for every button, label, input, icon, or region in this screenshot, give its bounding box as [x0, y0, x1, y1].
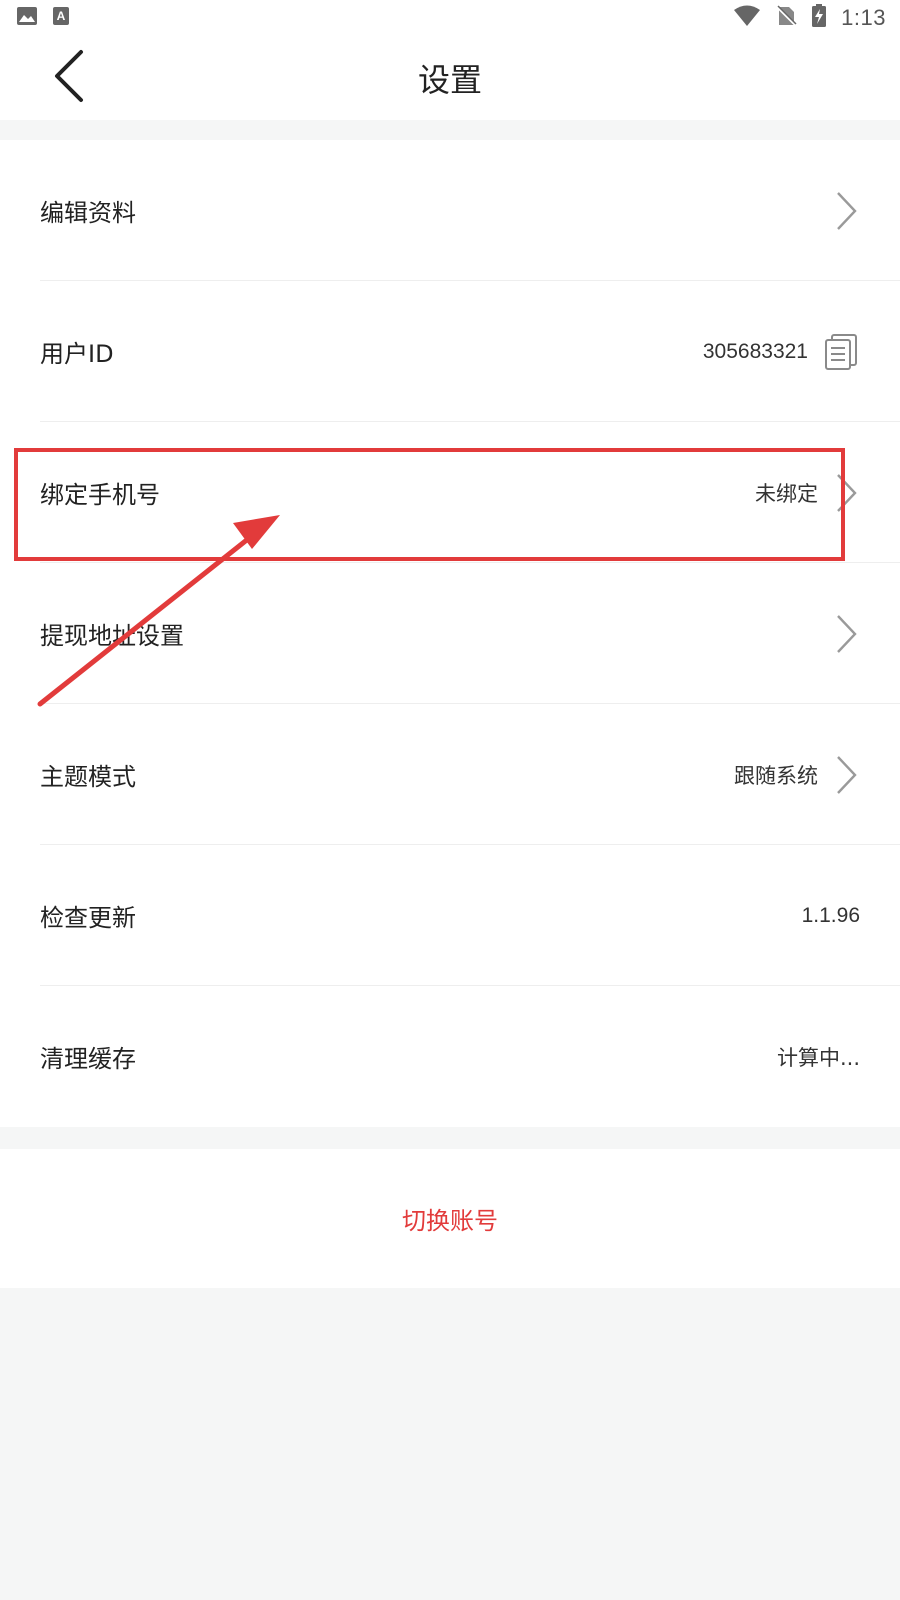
settings-screen: A 1:13 设置 编辑资料 用户ID 305683321 绑定手机号 未绑定 … — [0, 0, 900, 1600]
no-sim-icon — [775, 5, 797, 31]
highlight-box — [14, 448, 845, 561]
withdraw-address-row[interactable]: 提现地址设置 — [0, 563, 900, 704]
settings-list: 编辑资料 用户ID 305683321 绑定手机号 未绑定 提现地址设置 主题模… — [0, 140, 900, 1127]
status-bar: A 1:13 — [0, 0, 900, 36]
row-label: 主题模式 — [40, 763, 136, 791]
switch-account-button[interactable]: 切换账号 — [0, 1149, 900, 1288]
edit-profile-row[interactable]: 编辑资料 — [0, 140, 900, 281]
back-button[interactable] — [38, 48, 98, 108]
row-label: 检查更新 — [40, 904, 136, 932]
user-id-row: 用户ID 305683321 — [0, 281, 900, 422]
theme-mode-row[interactable]: 主题模式 跟随系统 — [0, 704, 900, 845]
user-id-value: 305683321 — [702, 339, 808, 363]
copy-icon[interactable] — [822, 332, 860, 372]
header: 设置 — [0, 36, 900, 120]
chevron-right-icon — [832, 191, 860, 231]
battery-charging-icon — [811, 4, 827, 32]
row-label: 清理缓存 — [40, 1045, 136, 1073]
page-title: 设置 — [417, 61, 482, 99]
chevron-left-icon — [51, 49, 85, 107]
status-right: 1:13 — [733, 4, 886, 32]
status-left: A — [16, 6, 70, 30]
version-value: 1.1.96 — [801, 903, 860, 927]
check-update-row[interactable]: 检查更新 1.1.96 — [0, 845, 900, 986]
status-time: 1:13 — [841, 5, 886, 30]
svg-text:A: A — [57, 9, 66, 23]
chevron-right-icon — [832, 614, 860, 654]
image-icon — [16, 6, 38, 30]
clear-cache-row[interactable]: 清理缓存 计算中... — [0, 986, 900, 1127]
chevron-right-icon — [832, 755, 860, 795]
switch-account-label: 切换账号 — [402, 1207, 498, 1235]
row-label: 用户ID — [40, 340, 114, 368]
wifi-icon — [733, 5, 761, 31]
row-label: 编辑资料 — [40, 199, 136, 227]
theme-mode-value: 跟随系统 — [734, 763, 818, 788]
row-label: 提现地址设置 — [40, 622, 184, 650]
text-a-icon: A — [52, 6, 70, 30]
cache-size-value: 计算中... — [776, 1045, 860, 1070]
